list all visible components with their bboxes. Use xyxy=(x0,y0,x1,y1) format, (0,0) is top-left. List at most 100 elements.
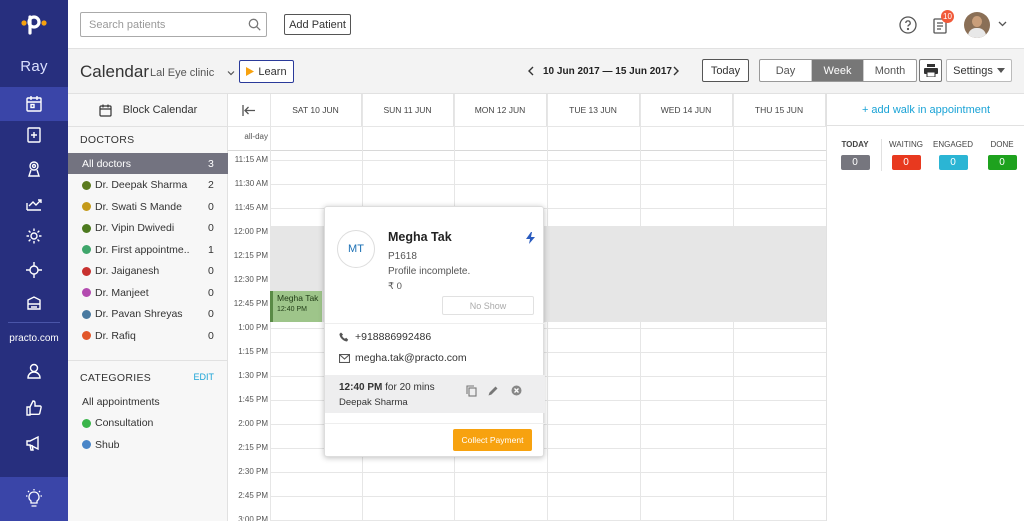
doctor-appointment-count: 1 xyxy=(208,243,214,256)
status-counter[interactable]: WAITING 0 xyxy=(885,139,927,170)
print-icon xyxy=(923,64,938,77)
time-slot-label: 12:00 PM xyxy=(233,227,268,236)
no-show-button[interactable]: No Show xyxy=(442,296,534,315)
nav-profile-icon[interactable] xyxy=(0,354,68,388)
prev-week-chevron-icon[interactable] xyxy=(527,66,535,79)
day-column-header[interactable]: SUN 11 JUN xyxy=(362,94,454,126)
doctors-heading: DOCTORS xyxy=(80,134,135,146)
nav-integrations-icon[interactable] xyxy=(0,253,68,287)
practo-logo-icon[interactable] xyxy=(19,11,49,39)
status-label: ENGAGED xyxy=(933,140,974,149)
mail-icon xyxy=(339,353,350,363)
header-divider xyxy=(228,126,826,127)
learn-button[interactable]: Learn xyxy=(239,60,294,83)
day-column-header[interactable]: TUE 13 JUN xyxy=(547,94,640,126)
appointment-time: 12:40 PM xyxy=(339,382,383,393)
doctor-color-dot xyxy=(82,245,91,254)
appointment-doctor: Deepak Sharma xyxy=(339,397,408,408)
time-slot-label: 12:30 PM xyxy=(233,275,268,284)
profile-incomplete-text: Profile incomplete. xyxy=(388,266,471,277)
nav-settings-icon[interactable] xyxy=(0,219,68,253)
doctor-filter-item[interactable]: Dr. Pavan Shreyas 0 xyxy=(68,304,228,325)
copy-icon[interactable] xyxy=(466,385,477,400)
clinic-selector[interactable]: Lal Eye clinic xyxy=(150,67,235,79)
status-label: TODAY xyxy=(841,140,869,149)
view-week-tab[interactable]: Week xyxy=(812,60,864,81)
doctor-color-dot xyxy=(82,266,91,276)
edit-categories-link[interactable]: EDIT xyxy=(193,372,214,382)
notification-badge: 10 xyxy=(941,10,954,23)
phone-icon xyxy=(339,332,349,342)
doctor-filter-item[interactable]: Dr. Vipin Dwivedi 0 xyxy=(68,218,228,239)
patient-phone: +918886992486 xyxy=(339,331,431,343)
view-day-tab[interactable]: Day xyxy=(760,60,812,81)
appointment-popover: MT Megha Tak P1618 Profile incomplete. ₹… xyxy=(324,206,545,457)
cancel-appointment-icon[interactable] xyxy=(511,385,522,399)
edit-pencil-icon[interactable] xyxy=(488,385,499,399)
category-filter-item[interactable]: All appointments xyxy=(68,391,228,412)
category-filter-item[interactable]: Shub xyxy=(68,434,228,455)
doctor-filter-item[interactable]: Dr. Manjeet 0 xyxy=(68,282,228,303)
collect-payment-button[interactable]: Collect Payment xyxy=(453,429,532,451)
status-label: WAITING xyxy=(889,140,923,149)
search-icon[interactable] xyxy=(248,18,261,34)
collapse-sidebar-icon[interactable] xyxy=(228,94,270,126)
time-slot-label: 2:00 PM xyxy=(238,419,268,428)
nav-calendar-icon[interactable] xyxy=(0,87,68,121)
block-calendar-button[interactable]: Block Calendar xyxy=(68,94,228,126)
nav-announcements-icon[interactable] xyxy=(0,426,68,460)
time-slot-label: 2:30 PM xyxy=(238,467,268,476)
nav-reports-icon[interactable] xyxy=(0,186,68,220)
status-count-badge: 0 xyxy=(938,155,968,170)
doctor-color-dot xyxy=(82,180,91,190)
appointment-event[interactable]: Megha Tak 12:40 PM xyxy=(270,291,322,322)
next-week-chevron-icon[interactable] xyxy=(672,66,680,79)
time-slot-label: 1:15 PM xyxy=(238,347,268,356)
status-counter[interactable]: DONE 0 xyxy=(985,139,1019,170)
page-title: Calendar xyxy=(80,62,149,81)
day-column-header[interactable]: SAT 10 JUN xyxy=(270,94,362,126)
user-avatar[interactable] xyxy=(964,12,990,38)
chevron-down-icon[interactable] xyxy=(998,19,1007,31)
doctor-filter-item[interactable]: Dr. First appointme.. 1 xyxy=(68,239,228,260)
help-icon[interactable] xyxy=(899,16,917,37)
appointment-duration: for 20 mins xyxy=(382,382,435,393)
day-column-header[interactable]: WED 14 JUN xyxy=(640,94,733,126)
category-color-dot xyxy=(82,440,91,449)
patient-id: P1618 xyxy=(388,251,417,262)
today-button[interactable]: Today xyxy=(702,59,749,82)
doctor-filter-item[interactable]: Dr. Swati S Mande 0 xyxy=(68,196,228,217)
doctor-filter-item[interactable]: Dr. Deepak Sharma 2 xyxy=(68,175,228,196)
doctor-filter-item[interactable]: Dr. Jaiganesh 0 xyxy=(68,261,228,282)
time-slot-line xyxy=(270,184,826,185)
doctor-appointment-count: 0 xyxy=(208,286,214,299)
time-slot-label: 3:00 PM xyxy=(238,515,268,521)
categories-heading: CATEGORIES xyxy=(80,372,152,384)
status-panel: + add walk in appointment TODAY 0 WAITING 0… xyxy=(826,94,1024,521)
day-column-header[interactable]: THU 15 JUN xyxy=(733,94,826,126)
print-button[interactable] xyxy=(919,59,942,82)
nav-communication-icon[interactable] xyxy=(0,152,68,186)
status-counter[interactable]: ENGAGED 0 xyxy=(933,139,973,170)
nav-inventory-icon[interactable] xyxy=(0,286,68,320)
doctor-color-dot xyxy=(82,288,91,297)
search-input[interactable] xyxy=(81,13,241,36)
day-column-header[interactable]: MON 12 JUN xyxy=(454,94,547,126)
view-month-tab[interactable]: Month xyxy=(864,60,916,81)
patient-name[interactable]: Megha Tak xyxy=(388,230,452,244)
category-filter-item[interactable]: Consultation xyxy=(68,413,228,434)
doctor-filter-item[interactable]: Dr. Rafiq 0 xyxy=(68,325,228,346)
patient-balance: ₹ 0 xyxy=(388,281,402,292)
nav-patients-icon[interactable] xyxy=(0,118,68,152)
doctor-filter-all[interactable]: All doctors 3 xyxy=(68,153,228,174)
nav-tips-bulb-icon[interactable] xyxy=(0,477,68,521)
add-walkin-link[interactable]: + add walk in appointment xyxy=(827,94,1024,126)
settings-dropdown[interactable]: Settings xyxy=(946,59,1012,82)
calendar-icon xyxy=(99,104,112,117)
time-slot-label: 12:45 PM xyxy=(233,299,268,308)
status-counter[interactable]: TODAY 0 xyxy=(833,139,877,170)
clinic-chevron-icon xyxy=(227,71,235,76)
add-patient-button[interactable]: Add Patient xyxy=(284,14,351,35)
nav-feedback-thumb-icon[interactable] xyxy=(0,391,68,425)
practo-com-label: practo.com xyxy=(9,333,59,344)
